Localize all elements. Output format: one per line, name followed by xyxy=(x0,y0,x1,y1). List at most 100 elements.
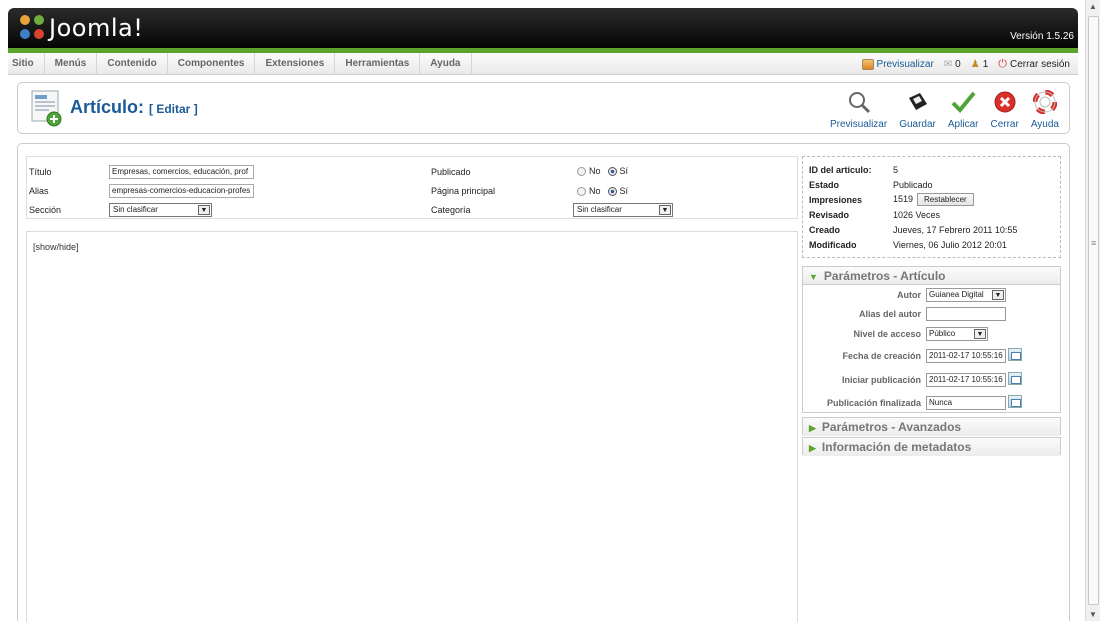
published-yes-radio[interactable] xyxy=(607,166,617,176)
logo-text: Joomla! xyxy=(49,14,144,42)
menu-sitio[interactable]: Sitio xyxy=(8,53,45,75)
advanced-parameters-toggle[interactable]: ▶ Parámetros - Avanzados xyxy=(803,418,1060,436)
calendar-icon[interactable] xyxy=(1008,348,1022,361)
help-button[interactable]: Ayuda xyxy=(1025,89,1065,130)
created-date-input[interactable]: 2011-02-17 10:55:16 xyxy=(926,349,1006,363)
reset-hits-button[interactable]: Restablecer xyxy=(917,193,974,206)
save-button[interactable]: Guardar xyxy=(893,89,942,130)
metadata-pane: ▶ Información de metadatos xyxy=(802,437,1061,456)
triangle-right-icon: ▶ xyxy=(809,443,816,453)
close-icon xyxy=(992,89,1018,115)
menu-contenido[interactable]: Contenido xyxy=(97,53,168,75)
calendar-icon[interactable] xyxy=(1008,372,1022,385)
preview-icon xyxy=(861,58,874,70)
created-value: Jueves, 17 Febrero 2011 10:55 xyxy=(893,224,1018,235)
article-parameters-pane: ▼ Parámetros - Artículo Autor Guianea Dig… xyxy=(802,266,1061,413)
author-row: Autor Guianea Digital ▼ xyxy=(803,287,1062,305)
preview-site-link[interactable]: Previsualizar xyxy=(861,58,934,70)
article-parameters-toggle[interactable]: ▼ Parámetros - Artículo xyxy=(803,267,1060,285)
article-main-pane: Título Empresas, comercios, educación, p… xyxy=(26,156,798,622)
category-select[interactable]: Sin clasificar ▼ xyxy=(573,203,673,217)
messages-indicator[interactable]: ✉ 0 xyxy=(944,59,961,70)
advanced-parameters-pane: ▶ Parámetros - Avanzados xyxy=(802,417,1061,436)
vertical-scrollbar[interactable]: ▲ ≡ ▼ xyxy=(1085,0,1100,621)
apply-button[interactable]: Aplicar xyxy=(942,89,985,130)
users-indicator[interactable]: ♟ 1 xyxy=(971,59,989,70)
frontpage-radio-group: No Sí xyxy=(577,186,628,196)
hits-value: 1519 xyxy=(893,194,914,204)
alias-label: Alias xyxy=(29,186,49,196)
menu-componentes[interactable]: Componentes xyxy=(168,53,256,75)
published-label: Publicado xyxy=(431,167,471,177)
magnifier-icon xyxy=(846,89,872,115)
triangle-right-icon: ▶ xyxy=(809,423,816,433)
close-button[interactable]: Cerrar xyxy=(984,89,1024,130)
revised-value: 1026 Veces xyxy=(893,209,941,220)
alias-input[interactable]: empresas-comercios-educacion-profes xyxy=(109,184,254,198)
article-side-pane: ID del artículo: 5 Estado Publicado Impres… xyxy=(802,156,1062,622)
logout-link[interactable]: ⏻ Cerrar sesión xyxy=(998,58,1070,71)
menu-herramientas[interactable]: Herramientas xyxy=(335,53,421,75)
author-alias-input[interactable] xyxy=(926,307,1006,321)
created-label: Creado xyxy=(809,224,841,235)
state-label: Estado xyxy=(809,179,840,190)
section-row: Sección Sin clasificar ▼ xyxy=(27,201,799,219)
publish-down-input[interactable]: Nunca xyxy=(926,396,1006,410)
joomla-logo: Joomla! xyxy=(20,12,143,44)
chevron-down-icon: ▼ xyxy=(992,290,1004,300)
messages-icon: ✉ xyxy=(943,58,953,70)
frontpage-label: Página principal xyxy=(431,186,496,196)
publish-up-input[interactable]: 2011-02-17 10:55:16 xyxy=(926,373,1006,387)
chevron-down-icon: ▼ xyxy=(974,329,986,339)
save-icon xyxy=(905,89,931,115)
preview-button[interactable]: Previsualizar xyxy=(824,89,893,130)
joomla-logo-icon xyxy=(20,15,46,41)
section-label: Sección xyxy=(29,205,62,215)
article-info: ID del artículo: 5 Estado Publicado Impres… xyxy=(802,156,1061,258)
toolbar-buttons: Previsualizar Guardar Aplicar Cerrar Ayu… xyxy=(824,89,1065,130)
modified-label: Modificado xyxy=(809,239,857,250)
chevron-down-icon: ▼ xyxy=(198,205,210,215)
menu-ayuda[interactable]: Ayuda xyxy=(420,53,472,75)
published-no-radio[interactable] xyxy=(577,166,586,176)
toggle-editor-link[interactable]: [show/hide] xyxy=(33,242,79,252)
published-radio-group: No Sí xyxy=(577,166,628,176)
checkmark-icon xyxy=(950,89,976,115)
users-icon: ♟ xyxy=(970,58,980,70)
scrollbar-thumb[interactable] xyxy=(1088,16,1099,605)
frontpage-no-radio[interactable] xyxy=(577,186,586,196)
page-subtitle: [ Editar ] xyxy=(149,102,198,116)
publish-down-label: Publicación finalizada xyxy=(826,398,921,408)
menu-extensiones[interactable]: Extensiones xyxy=(255,53,336,75)
logout-icon: ⏻ xyxy=(998,57,1007,70)
access-select[interactable]: Público ▼ xyxy=(926,327,988,341)
modified-value: Viernes, 06 Julio 2012 20:01 xyxy=(893,239,1007,250)
scrollbar-grip-icon: ≡ xyxy=(1091,238,1097,248)
author-select[interactable]: Guianea Digital ▼ xyxy=(926,288,1006,302)
scroll-up-icon[interactable]: ▲ xyxy=(1089,2,1097,11)
created-date-label: Fecha de creación xyxy=(842,351,921,361)
id-value: 5 xyxy=(893,164,899,175)
scroll-down-icon[interactable]: ▼ xyxy=(1089,610,1097,619)
content-box: Título Empresas, comercios, educación, p… xyxy=(17,143,1070,622)
editor-area[interactable]: [show/hide] xyxy=(26,231,798,622)
calendar-icon[interactable] xyxy=(1008,395,1022,408)
version-label: Versión 1.5.26 xyxy=(1010,31,1074,42)
toolbar-box: Artículo: [ Editar ] Previsualizar Guard… xyxy=(17,82,1070,134)
lifebuoy-icon xyxy=(1032,89,1058,115)
title-input[interactable]: Empresas, comercios, educación, prof xyxy=(109,165,254,179)
menu-menus[interactable]: Menús xyxy=(45,53,98,75)
section-select[interactable]: Sin clasificar ▼ xyxy=(109,203,212,217)
article-details: Título Empresas, comercios, educación, p… xyxy=(26,156,798,219)
state-value: Publicado xyxy=(893,179,933,190)
publish-up-label: Iniciar publicación xyxy=(841,375,921,385)
author-alias-row: Alias del autor xyxy=(803,306,1062,324)
hits-label: Impresiones xyxy=(809,194,863,205)
created-date-row: Fecha de creación 2011-02-17 10:55:16 xyxy=(803,348,1062,366)
frontpage-yes-radio[interactable] xyxy=(607,186,617,196)
category-label: Categoría xyxy=(431,205,471,215)
page-title: Artículo: [ Editar ] xyxy=(70,97,198,117)
author-label: Autor xyxy=(897,290,921,300)
title-label: Título xyxy=(29,167,52,177)
metadata-toggle[interactable]: ▶ Información de metadatos xyxy=(803,438,1060,456)
